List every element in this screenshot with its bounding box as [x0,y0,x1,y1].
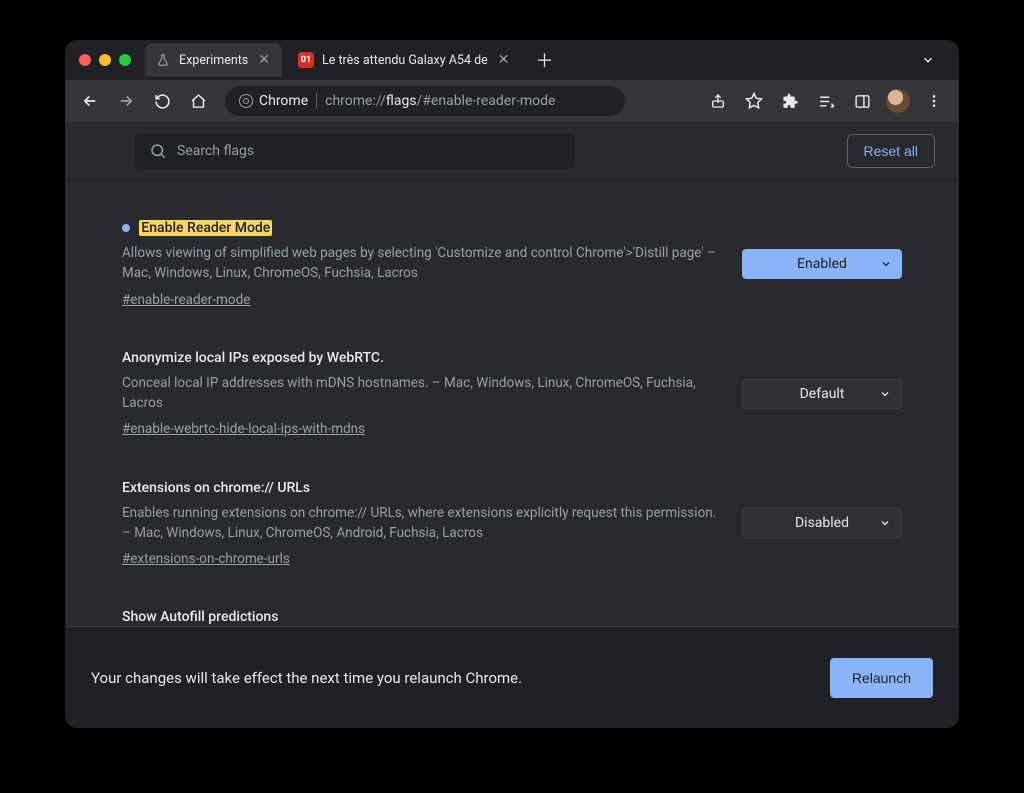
relaunch-button[interactable]: Relaunch [830,658,933,698]
share-button[interactable] [703,86,733,116]
browser-window: Experiments ✕ 01 Le très attendu Galaxy … [65,40,959,728]
new-tab-button[interactable]: ＋ [522,47,568,73]
modified-indicator [122,224,130,232]
tab-title: Le très attendu Galaxy A54 de [322,53,488,68]
relaunch-message: Your changes will take effect the next t… [91,669,522,687]
close-window-button[interactable] [79,54,91,66]
flag-select[interactable]: Default [742,379,902,409]
tab-title: Experiments [179,53,248,68]
search-input[interactable]: Search flags [135,133,575,169]
avatar [886,89,910,113]
relaunch-bar: Your changes will take effect the next t… [65,626,959,728]
flag-description: Conceal local IP addresses with mDNS hos… [122,373,720,414]
close-tab-icon[interactable]: ✕ [256,52,272,68]
chrome-icon [239,94,253,108]
reload-button[interactable] [147,86,177,116]
flag-row: Extensions on chrome:// URLs Enables run… [122,464,902,594]
extensions-button[interactable] [775,86,805,116]
flag-title: Anonymize local IPs exposed by WebRTC. [122,350,384,366]
site-favicon: 01 [298,52,314,68]
maximize-window-button[interactable] [119,54,131,66]
reading-list-button[interactable] [811,86,841,116]
flag-description: Enables running extensions on chrome:// … [122,503,720,544]
flask-icon [155,52,171,68]
chrome-chip-label: Chrome [259,93,308,109]
window-controls [75,54,139,66]
flag-select-value: Default [800,386,845,402]
search-placeholder: Search flags [177,143,254,159]
profile-button[interactable] [883,86,913,116]
flag-select-value: Enabled [797,256,847,272]
back-button[interactable] [75,86,105,116]
side-panel-button[interactable] [847,86,877,116]
separator [316,93,317,109]
flag-hash-link[interactable]: #enable-reader-mode [122,290,250,310]
address-bar[interactable]: Chrome chrome://flags/#enable-reader-mod… [225,86,625,116]
flag-description: Allows viewing of simplified web pages b… [122,243,720,284]
search-icon [149,142,167,160]
minimize-window-button[interactable] [99,54,111,66]
reset-all-button[interactable]: Reset all [847,134,935,168]
close-tab-icon[interactable]: ✕ [496,52,512,68]
page-content: Search flags Reset all Enable Reader Mod… [65,122,959,728]
flags-header: Search flags Reset all [65,122,959,180]
tab-article[interactable]: 01 Le très attendu Galaxy A54 de ✕ [288,43,522,77]
flag-select-value: Disabled [795,515,849,531]
toolbar: Chrome chrome://flags/#enable-reader-mod… [65,80,959,122]
flag-row: Anonymize local IPs exposed by WebRTC. C… [122,334,902,464]
flag-title: Extensions on chrome:// URLs [122,480,310,496]
flag-title: Enable Reader Mode [139,220,272,236]
home-button[interactable] [183,86,213,116]
flag-hash-link[interactable]: #enable-webrtc-hide-local-ips-with-mdns [122,419,365,439]
tab-search-button[interactable] [907,53,949,67]
menu-button[interactable] [919,86,949,116]
flag-hash-link[interactable]: #extensions-on-chrome-urls [122,549,290,569]
forward-button[interactable] [111,86,141,116]
flag-row: Enable Reader Mode Allows viewing of sim… [122,204,902,334]
chrome-chip: Chrome [239,93,308,109]
flag-select[interactable]: Enabled [742,249,902,279]
flag-title: Show Autofill predictions [122,609,278,625]
tab-experiments[interactable]: Experiments ✕ [145,43,282,77]
bookmark-button[interactable] [739,86,769,116]
flag-select[interactable]: Disabled [742,508,902,538]
tab-strip: Experiments ✕ 01 Le très attendu Galaxy … [65,40,959,80]
url-text: chrome://flags/#enable-reader-mode [325,93,555,109]
